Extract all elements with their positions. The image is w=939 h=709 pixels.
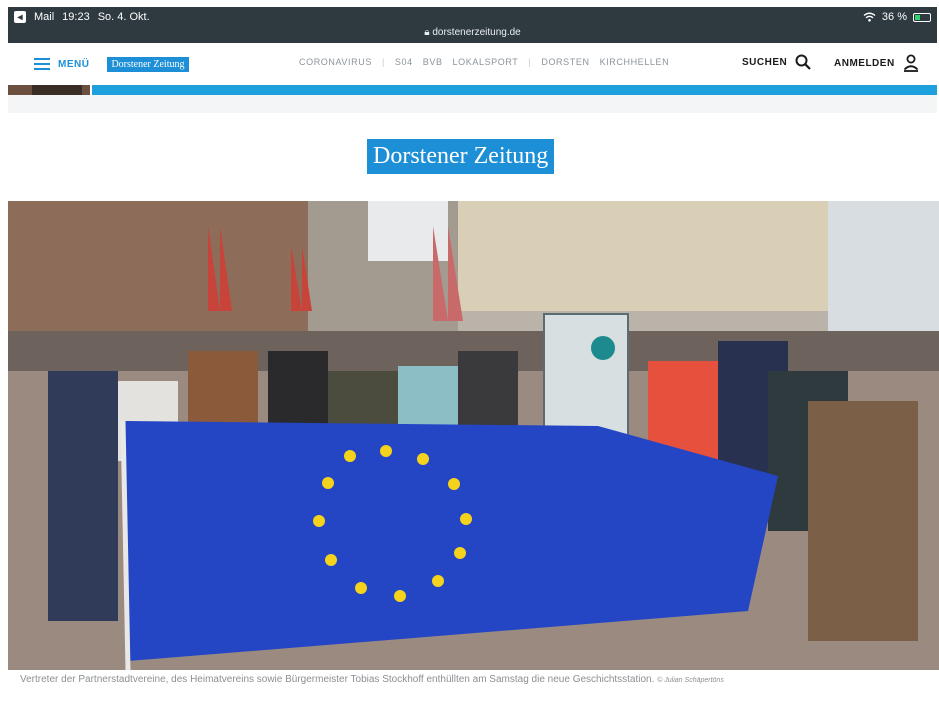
- person-11: [808, 401, 918, 641]
- wifi-icon: [863, 12, 876, 22]
- caption-text: Vertreter der Partnerstadtvereine, des H…: [20, 674, 655, 685]
- status-bar-right: 36 %: [863, 11, 931, 23]
- site-logo-small[interactable]: Dorstener Zeitung: [107, 56, 189, 72]
- address-bar[interactable]: 🔒︎ dorstenerzeitung.de: [8, 27, 937, 38]
- menu-label[interactable]: MENÜ: [58, 59, 89, 70]
- status-date: So. 4. Okt.: [97, 11, 150, 23]
- login-label[interactable]: ANMELDEN: [834, 58, 895, 69]
- nav-separator: |: [528, 57, 532, 67]
- header-accent-bar: [8, 85, 937, 95]
- battery-percentage: 36 %: [881, 11, 907, 23]
- status-bar: ◂ Mail 19:23 So. 4. Okt. 🔒︎ dorstenerzei…: [8, 7, 937, 43]
- nav-separator: |: [381, 57, 385, 67]
- nav-link-lokalsport[interactable]: LOKALSPORT: [453, 57, 519, 67]
- person-1: [48, 371, 118, 621]
- nav-link-dorsten[interactable]: DORSTEN: [541, 57, 589, 67]
- user-icon[interactable]: [903, 54, 919, 72]
- login-button[interactable]: ANMELDEN: [834, 54, 919, 72]
- top-navigation: CORONAVIRUS | S04 BVB LOKALSPORT | DORST…: [299, 57, 669, 67]
- building-right: [458, 201, 838, 311]
- search-button[interactable]: SUCHEN: [742, 54, 812, 70]
- back-arrow-icon[interactable]: ◂: [14, 11, 26, 23]
- nav-link-bvb[interactable]: BVB: [423, 57, 443, 67]
- masthead-logo[interactable]: Dorstener Zeitung: [367, 139, 555, 174]
- nav-link-coronavirus[interactable]: CORONAVIRUS: [299, 57, 372, 67]
- url-text[interactable]: dorstenerzeitung.de: [432, 27, 520, 38]
- back-to-mail-label[interactable]: Mail: [34, 11, 54, 23]
- article-hero-photo: [8, 201, 939, 670]
- header-shadow-band: [8, 95, 937, 113]
- photo-credit: © Julian Schäpertöns: [657, 677, 724, 684]
- nav-link-kirchhellen[interactable]: KIRCHHELLEN: [600, 57, 670, 67]
- nav-link-s04[interactable]: S04: [395, 57, 413, 67]
- battery-fill: [915, 14, 920, 20]
- search-label[interactable]: SUCHEN: [742, 57, 787, 68]
- site-header: MENÜ Dorstener Zeitung CORONAVIRUS | S04…: [8, 43, 937, 85]
- building-left: [8, 201, 308, 331]
- menu-button[interactable]: MENÜ: [34, 58, 89, 70]
- search-icon[interactable]: [795, 54, 812, 70]
- status-bar-left: ◂ Mail 19:23 So. 4. Okt.: [14, 11, 150, 23]
- photo-caption: Vertreter der Partnerstadtvereine, des H…: [20, 674, 724, 685]
- hamburger-icon[interactable]: [34, 58, 50, 70]
- battery-icon: [913, 12, 931, 22]
- lock-icon: 🔒︎: [424, 27, 430, 38]
- status-time: 19:23: [62, 11, 90, 23]
